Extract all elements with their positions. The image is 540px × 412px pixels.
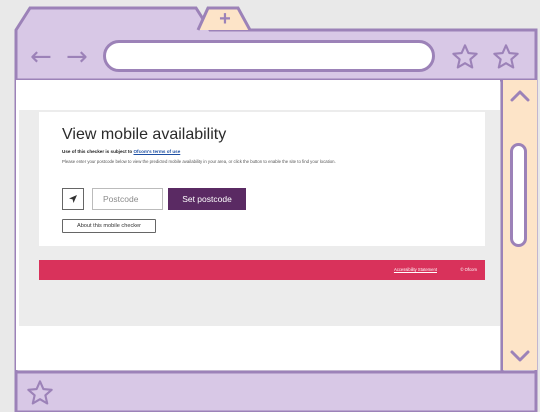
locate-me-button[interactable] bbox=[62, 188, 84, 210]
status-star-icon[interactable] bbox=[26, 379, 54, 407]
favorites-star-icon[interactable] bbox=[492, 43, 520, 71]
terms-link[interactable]: Ofcom's terms of use bbox=[133, 149, 180, 154]
scroll-up-icon[interactable] bbox=[509, 88, 531, 104]
new-tab-button[interactable]: + bbox=[212, 9, 238, 29]
address-bar[interactable] bbox=[103, 40, 435, 72]
forward-icon[interactable]: → bbox=[66, 44, 88, 70]
page-footer: Accessibility Statement © Ofcom bbox=[39, 260, 485, 280]
about-checker-button[interactable]: About this mobile checker bbox=[62, 219, 156, 233]
postcode-input[interactable]: Postcode bbox=[92, 188, 163, 210]
checker-card: View mobile availability Use of this che… bbox=[39, 112, 485, 246]
instructions-text: Please enter your postcode below to view… bbox=[62, 159, 336, 164]
copyright-text: © Ofcom bbox=[460, 267, 477, 272]
location-arrow-icon bbox=[69, 195, 77, 203]
back-icon[interactable]: ← bbox=[30, 44, 52, 70]
scrollbar-thumb[interactable] bbox=[510, 143, 527, 247]
accessibility-statement-link[interactable]: Accessibility Statement bbox=[394, 267, 437, 272]
bookmark-star-icon[interactable] bbox=[451, 43, 479, 71]
set-postcode-button[interactable]: Set postcode bbox=[168, 188, 246, 210]
terms-notice: Use of this checker is subject to Ofcom'… bbox=[62, 149, 180, 154]
page-title: View mobile availability bbox=[62, 126, 227, 143]
page-viewport: View mobile availability Use of this che… bbox=[16, 80, 500, 370]
terms-prefix: Use of this checker is subject to bbox=[62, 149, 134, 154]
scroll-down-icon[interactable] bbox=[509, 348, 531, 364]
